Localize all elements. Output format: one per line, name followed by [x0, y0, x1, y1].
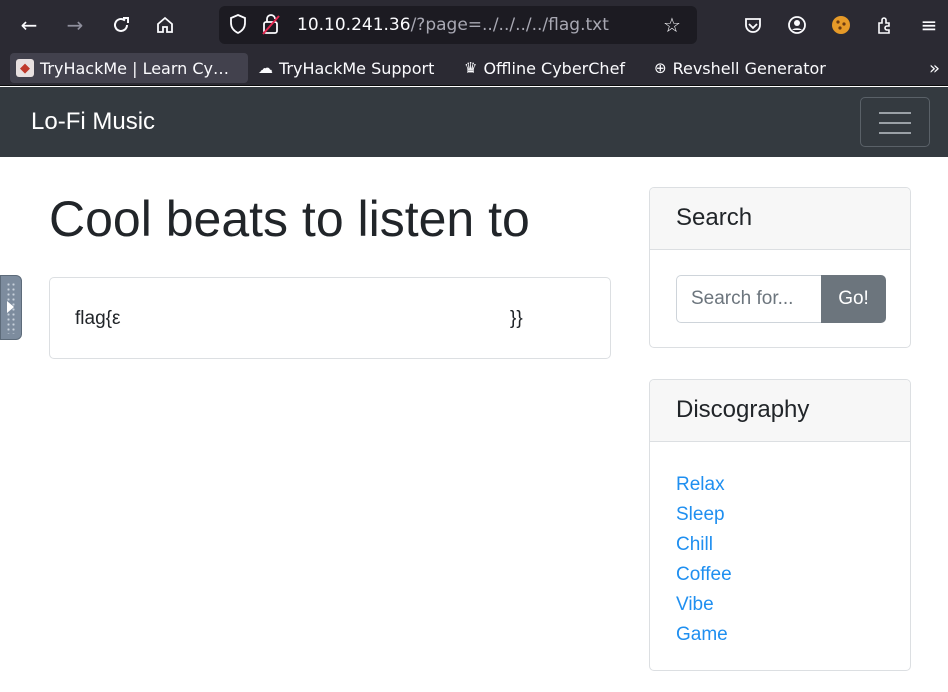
bookmark-revshell-generator[interactable]: ⊕ Revshell Generator [648, 53, 832, 83]
hamburger-line [879, 112, 911, 114]
discography-link-coffee[interactable]: Coffee [676, 564, 732, 585]
back-arrow-icon[interactable]: ← [12, 8, 46, 42]
bookmark-label: Offline CyberChef [483, 58, 626, 78]
discography-widget-title: Discography [650, 380, 910, 442]
forward-arrow-icon[interactable]: → [58, 8, 92, 42]
tryhackme-favicon-icon: ◆ [16, 59, 34, 77]
redaction-block [170, 300, 510, 336]
site-navbar: Lo-Fi Music [0, 87, 948, 157]
site-brand[interactable]: Lo-Fi Music [31, 108, 155, 136]
reload-icon[interactable] [104, 8, 138, 42]
bookmark-offline-cyberchef[interactable]: ♛ Offline CyberChef [458, 53, 631, 83]
page-title: Cool beats to listen to [49, 191, 530, 247]
bookmark-label: Revshell Generator [672, 58, 826, 78]
globe-icon: ⊕ [654, 59, 667, 77]
bookmark-tryhackme-support[interactable]: ☁ TryHackMe Support [252, 53, 440, 83]
hamburger-line [879, 122, 911, 124]
discography-link-vibe[interactable]: Vibe [676, 594, 714, 615]
pocket-icon[interactable] [736, 8, 770, 42]
bookmarks-overflow-chevron-icon[interactable]: » [929, 58, 940, 79]
bookmark-label: TryHackMe | Learn Cy… [40, 58, 230, 78]
search-widget-title: Search [650, 188, 910, 250]
extension-cookie-icon[interactable] [824, 8, 858, 42]
discography-link-relax[interactable]: Relax [676, 474, 725, 495]
list-item: Coffee [676, 560, 910, 590]
tracking-shield-icon[interactable] [229, 14, 247, 39]
included-file-card: flag{ε }} [49, 277, 611, 359]
hamburger-line [879, 132, 911, 134]
discography-link-chill[interactable]: Chill [676, 534, 713, 555]
url-bar[interactable]: 10.10.241.36/?page=../../../../flag.txt … [219, 6, 697, 44]
hamburger-menu-icon[interactable]: ≡ [912, 8, 946, 42]
cloud-icon: ☁ [258, 59, 273, 77]
list-item: Vibe [676, 590, 910, 620]
extensions-puzzle-icon[interactable] [868, 8, 902, 42]
home-icon[interactable] [148, 8, 182, 42]
list-item: Relax [676, 470, 910, 500]
browser-toolbar: ← → 10.10.241.36/?page=../../../../flag.… [0, 0, 948, 50]
side-panel-handle[interactable] [0, 275, 22, 340]
list-item: Game [676, 620, 910, 650]
list-item: Chill [676, 530, 910, 560]
discography-widget: Discography Relax Sleep Chill Coffee Vib… [649, 379, 911, 671]
chef-hat-icon: ♛ [464, 59, 478, 77]
search-input[interactable] [676, 275, 822, 323]
bookmark-tryhackme[interactable]: ◆ TryHackMe | Learn Cy… [10, 53, 248, 83]
search-go-button[interactable]: Go! [821, 275, 886, 323]
discography-link-game[interactable]: Game [676, 624, 728, 645]
list-item: Sleep [676, 500, 910, 530]
account-icon[interactable] [780, 8, 814, 42]
insecure-lock-icon[interactable] [261, 13, 281, 40]
navbar-toggler-button[interactable] [860, 97, 930, 147]
url-text: 10.10.241.36/?page=../../../../flag.txt [297, 15, 609, 35]
discography-link-sleep[interactable]: Sleep [676, 504, 725, 525]
url-path: /?page=../../../../flag.txt [410, 15, 609, 35]
url-host: 10.10.241.36 [297, 15, 411, 35]
discography-list: Relax Sleep Chill Coffee Vibe Game [650, 442, 910, 650]
bookmark-label: TryHackMe Support [279, 58, 435, 78]
flag-text-tail: }} [510, 308, 523, 329]
search-widget: Search Go! [649, 187, 911, 348]
bookmark-star-icon[interactable]: ☆ [663, 13, 681, 37]
flag-text: flag{ε [75, 308, 121, 329]
expand-arrow-icon [7, 301, 14, 313]
bookmarks-toolbar: ◆ TryHackMe | Learn Cy… ☁ TryHackMe Supp… [0, 50, 948, 86]
